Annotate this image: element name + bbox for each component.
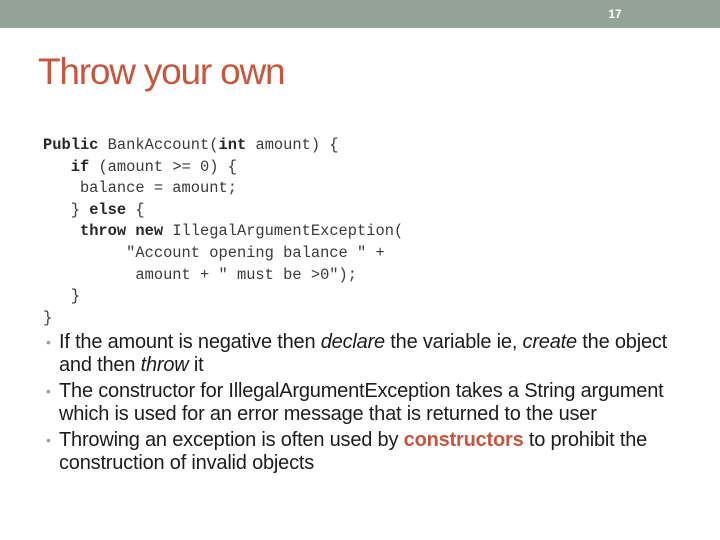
code-line: amount + " must be >0"); [43, 265, 403, 287]
code-text: { [126, 200, 145, 219]
emphasized-text: throw [140, 353, 189, 376]
emphasized-text: create [522, 331, 578, 353]
code-text: amount) { [246, 136, 339, 154]
code-text: "Account opening balance " + [43, 243, 385, 262]
code-text: } [43, 287, 80, 306]
code-line: } [43, 308, 403, 330]
slide-title: Throw your own [38, 51, 286, 92]
bullet-text: it [188, 353, 204, 376]
emphasized-text: declare [320, 331, 385, 353]
code-text: BankAccount( [98, 136, 219, 154]
code-text: } [43, 308, 53, 327]
code-text: amount + " must be >0"); [43, 265, 358, 284]
bullet-item: • Throwing an exception is often used by … [46, 429, 686, 474]
code-line: throw new IllegalArgumentException( [43, 221, 403, 243]
bullet-dot-icon: • [46, 432, 51, 448]
code-line: } [43, 286, 403, 308]
bullet-text: If the amount is negative then [59, 331, 321, 353]
bullet-text: Throwing an exception is often used by [59, 429, 404, 451]
code-keyword: throw new [79, 222, 164, 241]
bullet-dot-icon: • [46, 334, 51, 350]
bullet-item: • If the amount is negative then declare … [46, 331, 686, 376]
code-block: Public BankAccount(int amount) { if (amo… [43, 135, 403, 329]
highlighted-text: constructors [403, 429, 524, 451]
code-line: balance = amount; [43, 178, 403, 200]
code-keyword: int [218, 136, 247, 154]
bullet-text: The constructor for IllegalArgumentExcep… [59, 380, 664, 425]
slide-number: 17 [608, 7, 622, 21]
code-text: (amount >= 0) { [89, 157, 237, 176]
code-keyword: else [89, 200, 127, 219]
code-line: "Account opening balance " + [43, 243, 403, 265]
header-bar: 17 [0, 0, 720, 28]
code-keyword: if [70, 157, 90, 176]
code-line: Public BankAccount(int amount) { [43, 135, 403, 157]
bullet-item: • The constructor for IllegalArgumentExce… [46, 380, 686, 425]
bullet-text: the variable ie, [384, 331, 523, 353]
code-text: balance = amount; [43, 179, 237, 198]
code-keyword: Public [43, 136, 99, 154]
code-line: } else { [43, 200, 403, 222]
code-text: IllegalArgumentException( [163, 222, 404, 241]
code-line: if (amount >= 0) { [43, 157, 403, 179]
bullet-dot-icon: • [46, 383, 51, 399]
bullet-list: • If the amount is negative then declare … [46, 331, 686, 478]
code-text: } [43, 200, 90, 219]
